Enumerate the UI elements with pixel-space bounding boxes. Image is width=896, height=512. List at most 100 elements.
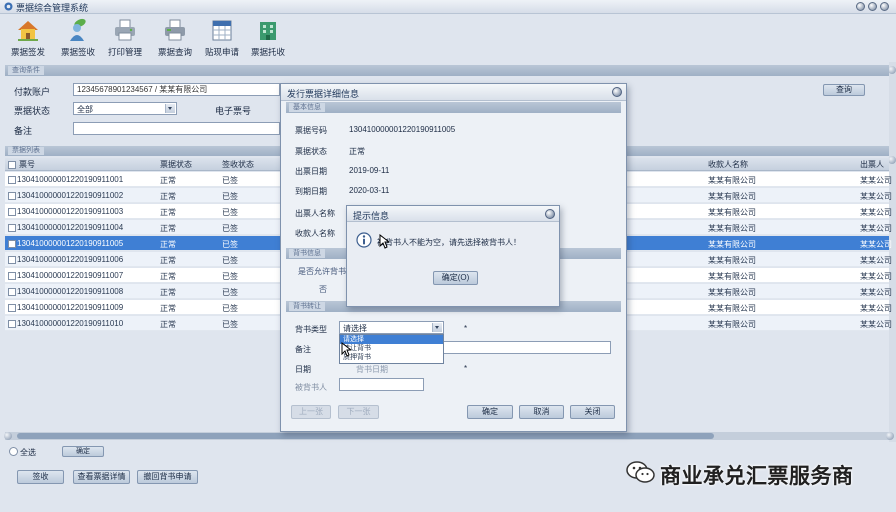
dropdown-option[interactable]: 请选择 bbox=[340, 335, 443, 344]
cell-state: 已签 bbox=[222, 176, 238, 185]
scroll-left-icon[interactable] bbox=[4, 432, 12, 440]
cell-payee: 某某有限公司 bbox=[708, 272, 756, 281]
cell-ticket: 130410000001220190911005 bbox=[17, 239, 124, 248]
cell-drawer: 某某公司 bbox=[860, 224, 892, 233]
remark-label: 备注 bbox=[14, 126, 33, 136]
watermark: 商业承兑汇票服务商 bbox=[624, 457, 886, 488]
row-checkbox[interactable] bbox=[8, 208, 16, 216]
horizontal-scrollbar[interactable] bbox=[5, 432, 889, 440]
endorse-date-label: 日期 bbox=[295, 365, 311, 374]
app-logo-icon bbox=[4, 2, 13, 11]
row-checkbox[interactable] bbox=[8, 240, 16, 248]
field-label: 票据状态 bbox=[295, 147, 327, 156]
dropdown-option[interactable]: 转让背书 bbox=[340, 344, 443, 353]
help-icon[interactable] bbox=[856, 2, 865, 11]
remark-input[interactable] bbox=[73, 122, 280, 135]
message-box-title: 提示信息 bbox=[353, 211, 390, 221]
cell-state: 已签 bbox=[222, 240, 238, 249]
cell-ticket: 130410000001220190911008 bbox=[17, 287, 124, 296]
detail-dialog-title-bar[interactable]: 发行票据详细信息 bbox=[281, 84, 626, 101]
cell-payee: 某某有限公司 bbox=[708, 224, 756, 233]
endorse-type-dropdown[interactable]: 请选择 转让背书 质押背书 bbox=[339, 334, 444, 364]
cell-payee: 某某有限公司 bbox=[708, 256, 756, 265]
toolbar-item-issue[interactable]: 票据签发 bbox=[5, 15, 51, 61]
row-checkbox[interactable] bbox=[8, 320, 16, 328]
building-icon bbox=[260, 22, 276, 40]
required-mark: * bbox=[464, 324, 468, 333]
endorsee-input[interactable] bbox=[339, 378, 424, 391]
toolbar-item-receive[interactable]: 票据签收 bbox=[55, 15, 101, 61]
view-detail-button[interactable]: 查看票据详情 bbox=[73, 470, 130, 484]
cancel-button[interactable]: 取消 bbox=[519, 405, 564, 419]
cell-state: 已签 bbox=[222, 288, 238, 297]
prev-button[interactable]: 上一张 bbox=[291, 405, 331, 419]
endorse-type-label: 背书类型 bbox=[295, 325, 327, 334]
endorse-type-select[interactable]: 请选择 bbox=[339, 321, 444, 334]
info-icon bbox=[356, 232, 372, 248]
row-checkbox[interactable] bbox=[8, 224, 16, 232]
footer-confirm-button[interactable]: 确定 bbox=[62, 446, 104, 457]
endorse-type-value: 请选择 bbox=[343, 324, 367, 333]
cell-status: 正常 bbox=[160, 192, 176, 201]
cell-ticket: 130410000001220190911003 bbox=[17, 207, 124, 216]
select-all-radio[interactable] bbox=[9, 447, 18, 456]
column-header-payee[interactable]: 收款人名称 bbox=[708, 159, 748, 170]
vertical-scrollbar[interactable] bbox=[888, 62, 896, 442]
ok-button[interactable]: 确定 bbox=[467, 405, 513, 419]
cell-payee: 某某有限公司 bbox=[708, 208, 756, 217]
row-checkbox[interactable] bbox=[8, 288, 16, 296]
next-button[interactable]: 下一张 bbox=[338, 405, 379, 419]
close-icon[interactable] bbox=[545, 209, 555, 219]
dropdown-option[interactable]: 质押背书 bbox=[340, 353, 443, 362]
transfer-section-label: 背书转让 bbox=[289, 302, 325, 311]
cell-payee: 某某有限公司 bbox=[708, 192, 756, 201]
toolbar-item-collection[interactable]: 票据托收 bbox=[245, 15, 291, 61]
payer-input[interactable] bbox=[73, 83, 280, 96]
message-box-title-bar[interactable]: 提示信息 bbox=[347, 206, 559, 222]
watermark-text: 商业承兑汇票服务商 bbox=[660, 465, 854, 488]
cell-payee: 某某有限公司 bbox=[708, 304, 756, 313]
row-checkbox[interactable] bbox=[8, 256, 16, 264]
scrollbar-thumb[interactable] bbox=[17, 433, 714, 439]
select-all-checkbox[interactable] bbox=[8, 161, 16, 169]
field-value: 2020-03-11 bbox=[349, 186, 390, 195]
message-text: 被背书人不能为空，请先选择被背书人！ bbox=[377, 238, 521, 247]
cell-status: 正常 bbox=[160, 272, 176, 281]
field-value: 130410000001220190911005 bbox=[349, 125, 456, 134]
chevron-down-icon[interactable] bbox=[165, 104, 175, 113]
cell-ticket: 130410000001220190911004 bbox=[17, 223, 124, 232]
row-checkbox[interactable] bbox=[8, 192, 16, 200]
minimize-icon[interactable] bbox=[868, 2, 877, 11]
toolbar-item-query[interactable]: 票据查询 bbox=[152, 15, 198, 61]
withdraw-endorse-button[interactable]: 撤回背书申请 bbox=[137, 470, 198, 484]
row-checkbox[interactable] bbox=[8, 272, 16, 280]
toolbar-item-discount[interactable]: 贴现申请 bbox=[199, 15, 245, 61]
endorse-section-label: 背书信息 bbox=[289, 249, 325, 258]
column-header-state[interactable]: 签收状态 bbox=[222, 159, 254, 170]
row-checkbox[interactable] bbox=[8, 304, 16, 312]
select-all-label: 全选 bbox=[20, 448, 36, 457]
column-header-ticket[interactable]: 票号 bbox=[19, 159, 35, 170]
scroll-right-icon[interactable] bbox=[886, 432, 894, 440]
close-icon[interactable] bbox=[612, 87, 622, 97]
status-label: 票据状态 bbox=[14, 106, 51, 116]
close-button[interactable]: 关闭 bbox=[570, 405, 615, 419]
cell-ticket: 130410000001220190911006 bbox=[17, 255, 124, 264]
sign-button[interactable]: 签收 bbox=[17, 470, 64, 484]
scroll-up-icon[interactable] bbox=[888, 66, 896, 74]
row-checkbox[interactable] bbox=[8, 176, 16, 184]
toolbar-item-print[interactable]: 打印管理 bbox=[102, 15, 148, 61]
ticket-no-label: 电子票号 bbox=[215, 106, 252, 116]
close-icon[interactable] bbox=[880, 2, 889, 11]
message-ok-button[interactable]: 确定(O) bbox=[433, 271, 478, 285]
cell-ticket: 130410000001220190911010 bbox=[17, 319, 124, 328]
search-button[interactable]: 查询 bbox=[823, 84, 865, 96]
cell-status: 正常 bbox=[160, 320, 176, 329]
cell-payee: 某某有限公司 bbox=[708, 288, 756, 297]
endorse-date-placeholder[interactable]: 背书日期 bbox=[356, 364, 388, 375]
cell-drawer: 某某公司 bbox=[860, 256, 892, 265]
column-header-drawer[interactable]: 出票人 bbox=[860, 159, 884, 170]
column-header-status[interactable]: 票据状态 bbox=[160, 159, 192, 170]
chevron-down-icon[interactable] bbox=[432, 323, 442, 332]
status-select[interactable]: 全部 bbox=[73, 102, 177, 115]
